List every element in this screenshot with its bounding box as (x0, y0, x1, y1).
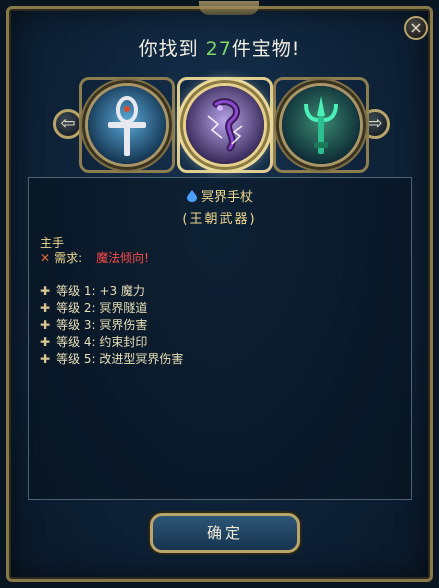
level-row: ✚ 等级 3: 冥界伤害 (40, 316, 183, 333)
top-ornament (199, 1, 259, 15)
level-label: 等级 4: (56, 335, 96, 349)
level-label: 等级 3: (56, 318, 96, 332)
item-name: 冥界手杖 (0, 186, 439, 205)
purple-staff-icon (186, 86, 264, 164)
level-row: ✚ 等级 5: 改进型冥界伤害 (40, 350, 183, 367)
title-suffix: 件宝物! (231, 38, 301, 60)
item-slot-trident[interactable] (279, 83, 363, 167)
level-effect: 冥界隧道 (99, 301, 148, 315)
confirm-button[interactable]: 确定 (150, 513, 300, 553)
level-label: 等级 1: (56, 284, 96, 298)
unmet-x-icon: ✕ (40, 251, 51, 265)
item-type: (王朝武器) (182, 212, 257, 227)
green-trident-icon (282, 86, 360, 164)
level-label: 等级 2: (56, 301, 96, 315)
plus-icon: ✚ (40, 318, 51, 332)
level-effect: 冥界伤害 (99, 318, 148, 332)
item-name-text: 冥界手杖 (200, 190, 253, 205)
plus-icon: ✚ (40, 301, 51, 315)
treasure-count: 27 (205, 38, 232, 60)
level-label: 等级 5: (56, 352, 96, 366)
water-drop-icon (186, 190, 197, 202)
plus-icon: ✚ (40, 284, 51, 298)
title-prefix: 你找到 (138, 38, 206, 60)
level-row: ✚ 等级 1: +3 魔力 (40, 282, 183, 299)
level-effect: 改进型冥界伤害 (99, 352, 184, 366)
item-slot-ankh[interactable] (85, 83, 169, 167)
requirement-label: 需求: (54, 251, 83, 265)
level-effect: +3 魔力 (99, 284, 145, 298)
item-slot-staff[interactable] (183, 83, 267, 167)
requirement-line: ✕ 需求: 魔法倾向! (40, 249, 149, 266)
requirement-value: 魔法倾向! (96, 251, 149, 265)
level-effect: 约束封印 (99, 335, 148, 349)
plus-icon: ✚ (40, 335, 51, 349)
plus-icon: ✚ (40, 352, 51, 366)
dialog-title: 你找到 27件宝物! (0, 34, 439, 61)
level-list: ✚ 等级 1: +3 魔力 ✚ 等级 2: 冥界隧道 ✚ 等级 3: 冥界伤害 ✚ 等级… (40, 282, 183, 367)
ankh-icon (88, 86, 166, 164)
level-row: ✚ 等级 2: 冥界隧道 (40, 299, 183, 316)
level-row: ✚ 等级 4: 约束封印 (40, 333, 183, 350)
